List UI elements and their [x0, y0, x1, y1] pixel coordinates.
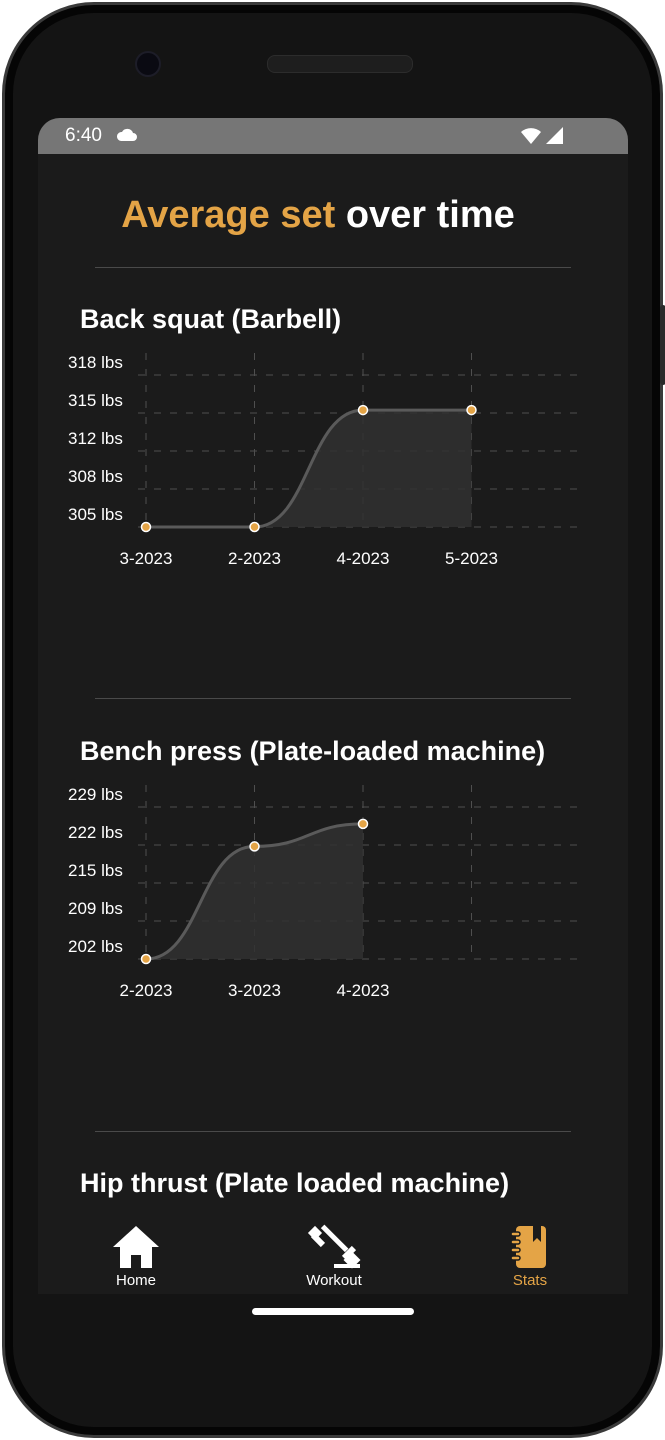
y-tick-label: 215 lbs — [68, 861, 123, 880]
x-tick-label: 3-2023 — [120, 549, 173, 568]
x-tick-label: 2-2023 — [228, 549, 281, 568]
y-tick-label: 308 lbs — [68, 467, 123, 486]
power-button — [660, 305, 665, 385]
data-point — [140, 953, 152, 965]
data-point — [140, 521, 152, 533]
home-indicator — [252, 1308, 414, 1315]
screen: 6:40 Average set over time Back squat (B… — [38, 118, 628, 1294]
nav-home[interactable]: Home — [76, 1224, 196, 1289]
home-icon — [113, 1226, 159, 1268]
earpiece-speaker — [267, 55, 413, 73]
page-title-accent: Average set — [121, 194, 336, 236]
cloud-icon — [116, 128, 137, 141]
nav-workout[interactable]: Workout — [274, 1224, 394, 1289]
dumbbell-icon — [307, 1224, 361, 1269]
section-title-hip-thrust: Hip thrust (Plate loaded machine) — [80, 1168, 510, 1198]
data-point — [249, 841, 260, 852]
notebook-icon — [510, 1226, 546, 1268]
x-tick-label: 3-2023 — [228, 981, 281, 1000]
cellular-signal-icon — [546, 127, 563, 144]
divider-2 — [95, 1131, 571, 1132]
status-bar: 6:40 — [38, 118, 628, 154]
x-tick-label: 4-2023 — [337, 549, 390, 568]
y-tick-label: 202 lbs — [68, 937, 123, 956]
chart-back-squat: 305 lbs 308 lbs 312 lbs 315 lbs 318 lbs 3-202… — [68, 353, 578, 568]
x-tick-label: 5-2023 — [445, 549, 498, 568]
nav-stats-label: Stats — [512, 1272, 548, 1289]
status-time: 6:40 — [65, 125, 102, 146]
page-title: Average set over time — [38, 194, 598, 237]
chart-bench-press: 202 lbs 209 lbs 215 lbs 222 lbs 229 lbs 2-202… — [68, 785, 578, 1000]
wifi-icon — [521, 128, 541, 144]
section-title-bench-press: Bench press (Plate-loaded machine) — [80, 736, 546, 766]
bottom-nav: Home Workout Stats — [38, 1214, 628, 1294]
y-tick-label: 318 lbs — [68, 353, 123, 372]
data-point — [357, 404, 369, 416]
y-tick-label: 222 lbs — [68, 823, 123, 842]
front-camera — [135, 51, 161, 77]
nav-stats[interactable]: Stats — [470, 1224, 590, 1289]
y-tick-label: 315 lbs — [68, 391, 123, 410]
section-title-back-squat: Back squat (Barbell) — [80, 304, 342, 334]
nav-workout-label: Workout — [306, 1272, 362, 1289]
divider-1 — [95, 698, 571, 699]
y-tick-label: 305 lbs — [68, 505, 123, 524]
y-tick-label: 312 lbs — [68, 429, 123, 448]
data-point — [249, 521, 260, 533]
y-tick-label: 229 lbs — [68, 785, 123, 804]
y-tick-label: 209 lbs — [68, 899, 123, 918]
data-point — [357, 818, 369, 830]
nav-home-label: Home — [115, 1272, 156, 1289]
x-tick-label: 2-2023 — [120, 981, 173, 1000]
data-point — [466, 404, 477, 416]
x-tick-label: 4-2023 — [337, 981, 390, 1000]
divider-top — [95, 267, 571, 268]
page-title-rest: over time — [345, 194, 515, 236]
